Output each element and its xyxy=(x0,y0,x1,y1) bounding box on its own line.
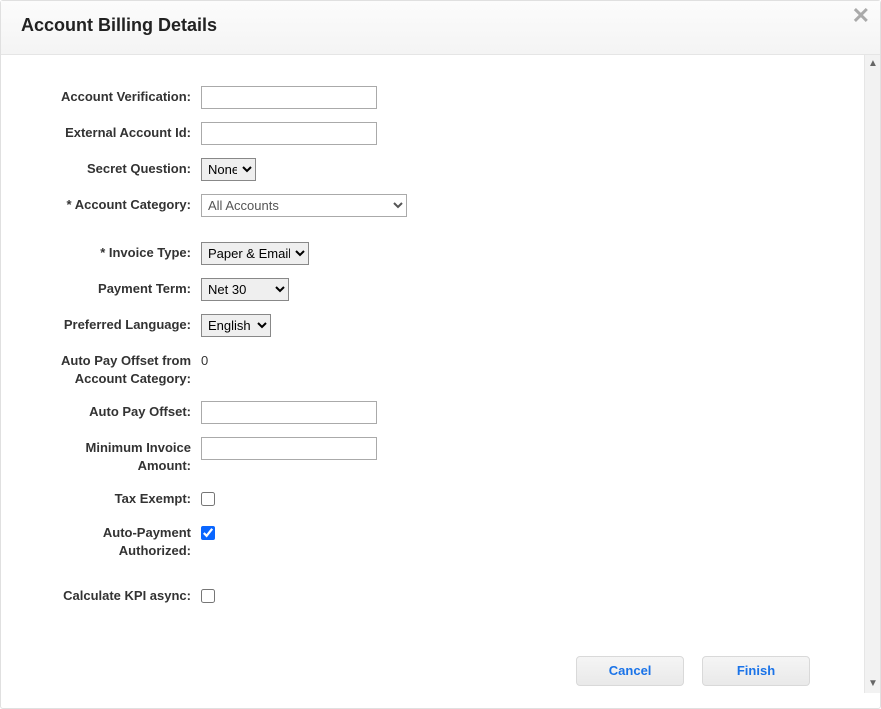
row-min-invoice-amount: Minimum Invoice Amount: xyxy=(31,436,850,475)
row-invoice-type: * Invoice Type: Paper & Email xyxy=(31,241,850,265)
account-category-select[interactable]: All Accounts xyxy=(201,194,407,217)
label-preferred-language: Preferred Language: xyxy=(31,313,201,334)
auto-payment-authorized-checkbox[interactable] xyxy=(201,526,215,540)
label-secret-question: Secret Question: xyxy=(31,157,201,178)
label-account-verification: Account Verification: xyxy=(31,85,201,106)
billing-details-modal: Account Billing Details ✕ Account Verifi… xyxy=(0,0,881,709)
label-invoice-type: * Invoice Type: xyxy=(31,241,201,262)
label-account-category: * Account Category: xyxy=(31,193,201,214)
external-account-id-input[interactable] xyxy=(201,122,377,145)
modal-body: Account Verification: External Account I… xyxy=(1,55,880,693)
payment-term-select[interactable]: Net 30 xyxy=(201,278,289,301)
row-auto-payment-authorized: Auto-Payment Authorized: xyxy=(31,521,850,560)
label-auto-payment-authorized: Auto-Payment Authorized: xyxy=(31,521,201,560)
auto-pay-offset-category-value: 0 xyxy=(201,350,208,368)
calculate-kpi-async-checkbox[interactable] xyxy=(201,589,215,603)
secret-question-select[interactable]: None xyxy=(201,158,256,181)
row-payment-term: Payment Term: Net 30 xyxy=(31,277,850,301)
label-auto-pay-offset: Auto Pay Offset: xyxy=(31,400,201,421)
label-calculate-kpi-async: Calculate KPI async: xyxy=(31,584,201,605)
close-icon[interactable]: ✕ xyxy=(852,5,870,27)
row-tax-exempt: Tax Exempt: xyxy=(31,487,850,509)
row-account-verification: Account Verification: xyxy=(31,85,850,109)
label-tax-exempt: Tax Exempt: xyxy=(31,487,201,508)
invoice-type-select[interactable]: Paper & Email xyxy=(201,242,309,265)
modal-header: Account Billing Details ✕ xyxy=(1,1,880,55)
account-verification-input[interactable] xyxy=(201,86,377,109)
preferred-language-select[interactable]: English xyxy=(201,314,271,337)
modal-body-wrap: Account Verification: External Account I… xyxy=(1,55,880,693)
tax-exempt-checkbox[interactable] xyxy=(201,492,215,506)
scroll-down-icon[interactable]: ▼ xyxy=(866,677,880,691)
scroll-up-icon[interactable]: ▲ xyxy=(866,57,880,71)
auto-pay-offset-input[interactable] xyxy=(201,401,377,424)
label-payment-term: Payment Term: xyxy=(31,277,201,298)
page-title: Account Billing Details xyxy=(21,15,860,36)
row-preferred-language: Preferred Language: English xyxy=(31,313,850,337)
min-invoice-amount-input[interactable] xyxy=(201,437,377,460)
scrollbar[interactable]: ▲ ▼ xyxy=(864,55,880,693)
row-external-account-id: External Account Id: xyxy=(31,121,850,145)
row-auto-pay-offset-category: Auto Pay Offset from Account Category: 0 xyxy=(31,349,850,388)
button-row: Cancel Finish xyxy=(31,626,850,686)
row-secret-question: Secret Question: None xyxy=(31,157,850,181)
label-auto-pay-offset-category: Auto Pay Offset from Account Category: xyxy=(31,349,201,388)
row-account-category: * Account Category: All Accounts xyxy=(31,193,850,217)
label-min-invoice-amount: Minimum Invoice Amount: xyxy=(31,436,201,475)
finish-button[interactable]: Finish xyxy=(702,656,810,686)
cancel-button[interactable]: Cancel xyxy=(576,656,684,686)
row-calculate-kpi-async: Calculate KPI async: xyxy=(31,584,850,606)
row-auto-pay-offset: Auto Pay Offset: xyxy=(31,400,850,424)
label-external-account-id: External Account Id: xyxy=(31,121,201,142)
